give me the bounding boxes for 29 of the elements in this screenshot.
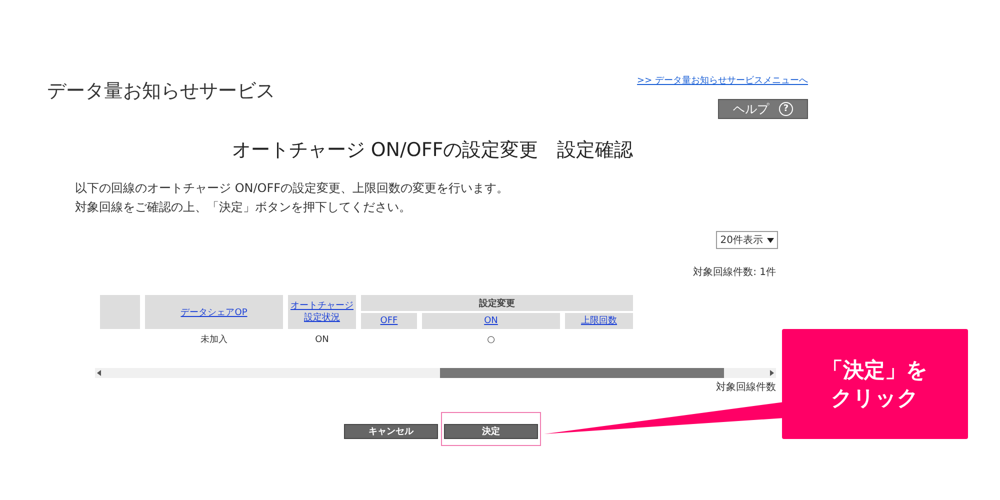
table-cell-text: 未加入 bbox=[200, 334, 228, 347]
column-link[interactable]: 上限回数 bbox=[581, 316, 617, 326]
scrollbar[interactable] bbox=[95, 368, 776, 378]
header-cell bbox=[100, 295, 140, 329]
scroll-right-icon[interactable] bbox=[770, 370, 774, 376]
header-cell: 設定変更 bbox=[361, 295, 633, 311]
callout-text: クリック bbox=[831, 385, 919, 412]
result-count: 対象回線件数: 1件 bbox=[693, 266, 776, 279]
help-button[interactable]: ヘルプ ? bbox=[718, 99, 808, 119]
result-count: 対象回線件数 bbox=[716, 380, 776, 394]
table-cell-text: ○ bbox=[486, 334, 496, 346]
page-title: データ量お知らせサービス bbox=[47, 79, 275, 104]
scroll-left-icon[interactable] bbox=[97, 370, 101, 376]
page-heading: オートチャージ ON/OFFの設定変更 設定確認 bbox=[230, 138, 634, 163]
scrollbar-thumb[interactable] bbox=[440, 368, 724, 378]
action-button[interactable]: キャンセル bbox=[344, 424, 438, 439]
callout-text: 「決定」を bbox=[822, 357, 928, 384]
column-link[interactable]: ON bbox=[484, 316, 498, 326]
caret-icon bbox=[767, 238, 774, 242]
description-text: 以下の回線のオートチャージ ON/OFFの設定変更、上限回数の変更を行います。 bbox=[75, 180, 510, 197]
description-text: 対象回線をご確認の上、「決定」ボタンを押下してください。 bbox=[75, 199, 412, 216]
column-link[interactable]: オートチャージ bbox=[290, 300, 354, 312]
table-cell-text: ON bbox=[314, 334, 330, 346]
column-link[interactable]: 設定状況 bbox=[304, 312, 340, 324]
menu-link[interactable]: >> データ量お知らせサービスメニューへ bbox=[637, 74, 808, 87]
page-size-select[interactable]: 20件表示 bbox=[716, 231, 778, 249]
column-link[interactable]: OFF bbox=[380, 316, 398, 326]
action-button[interactable]: 決定 bbox=[444, 424, 538, 439]
column-link[interactable]: データシェアOP bbox=[180, 306, 248, 318]
